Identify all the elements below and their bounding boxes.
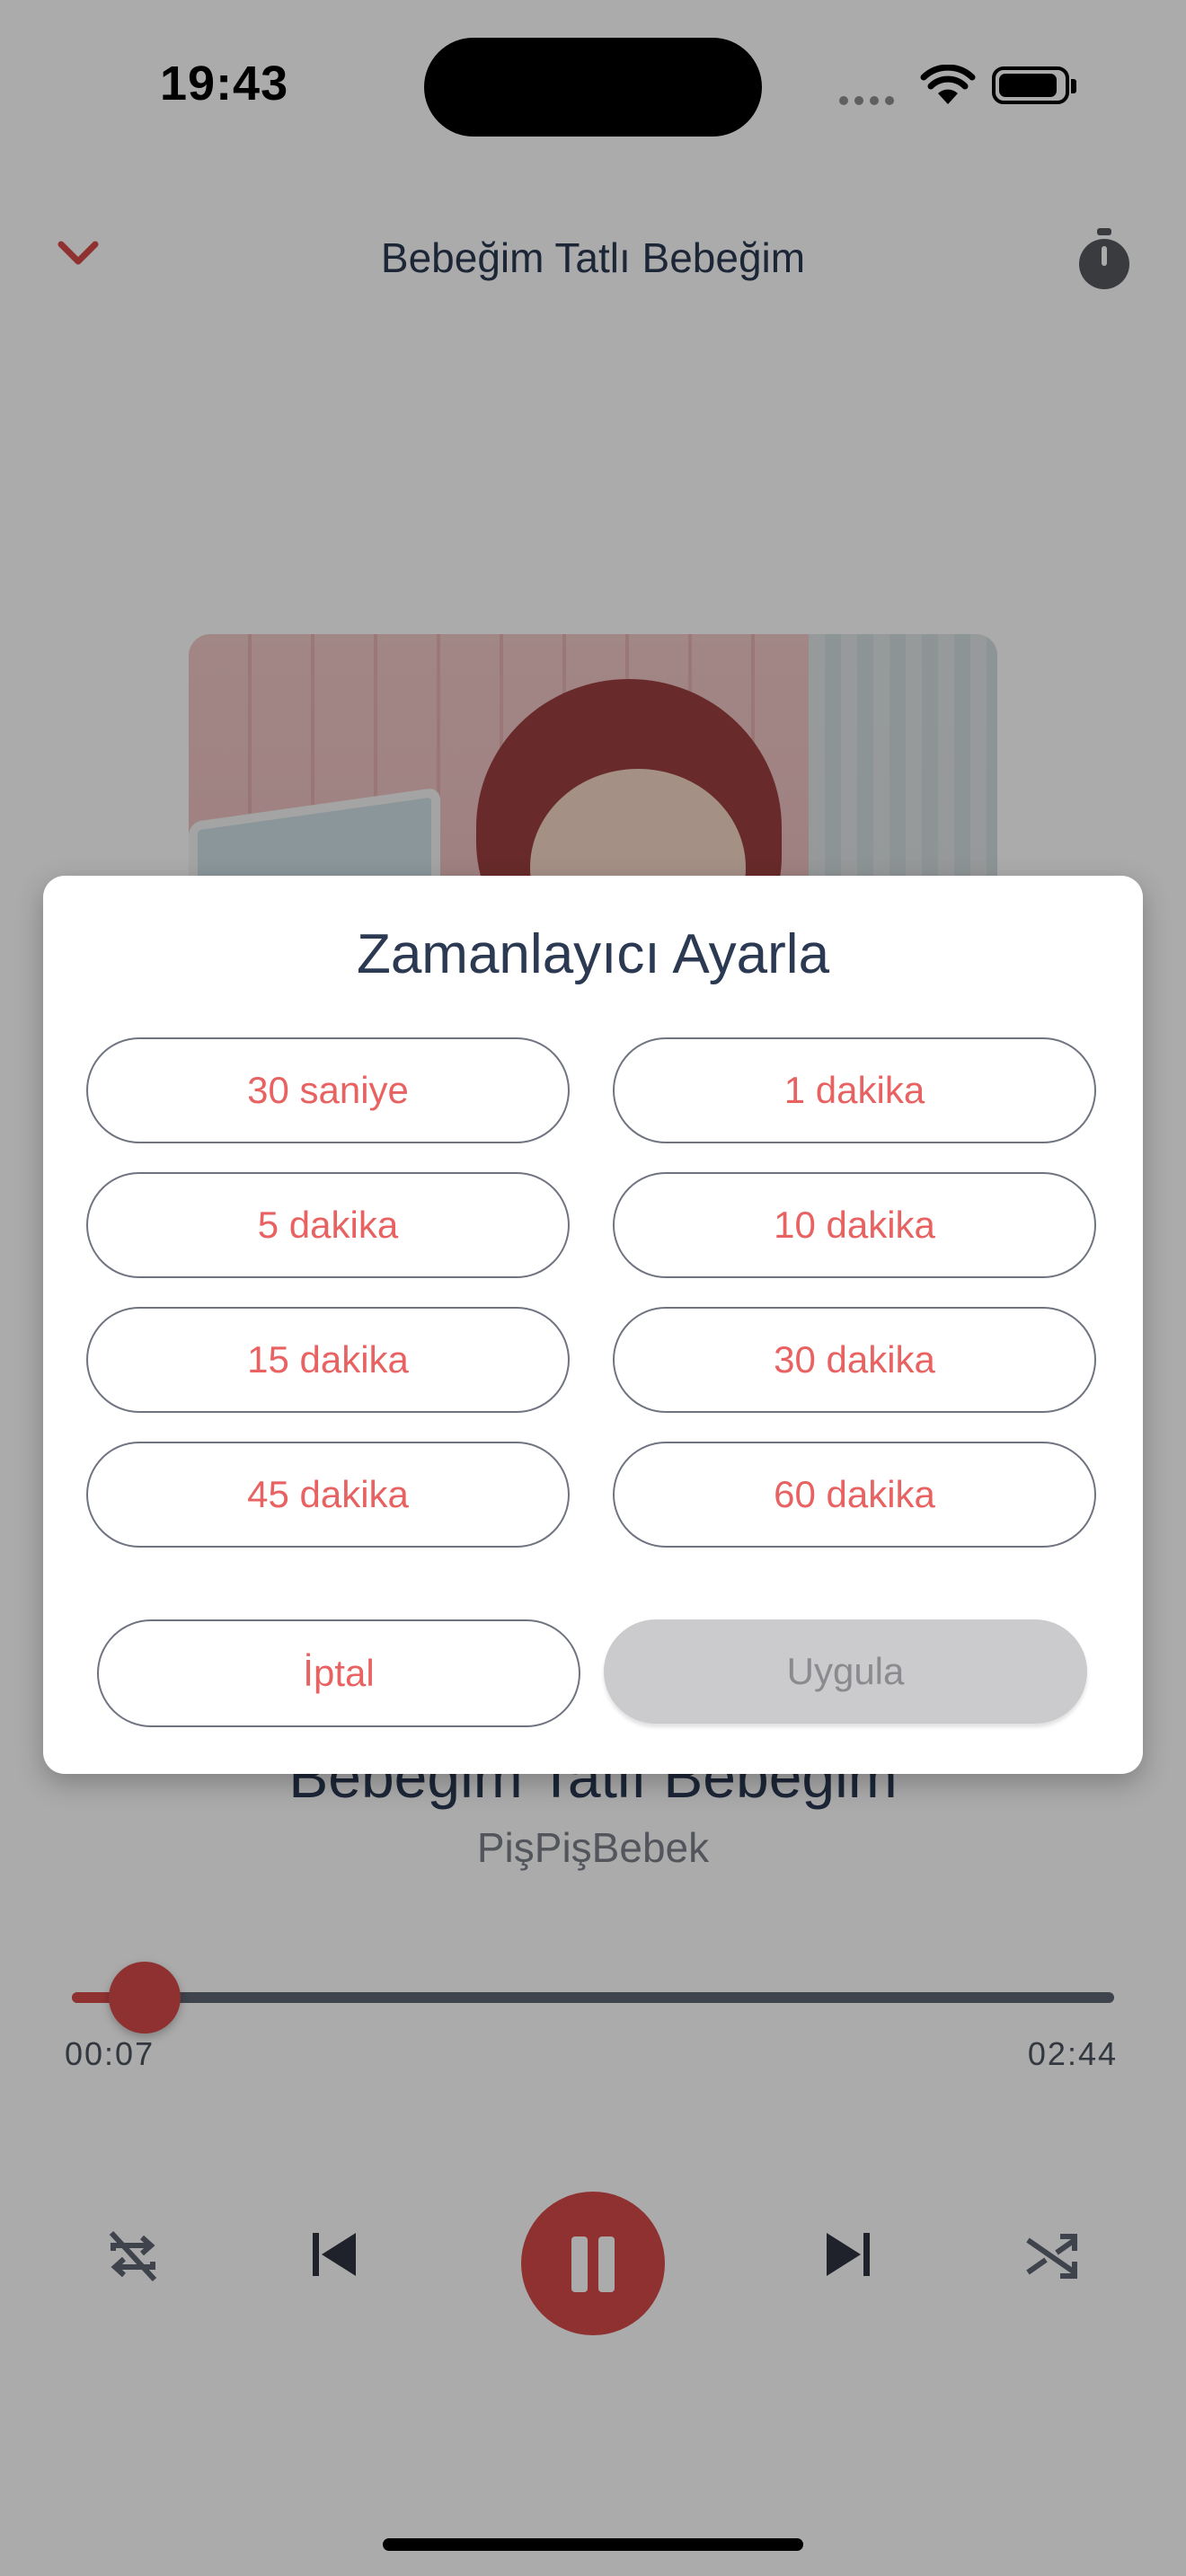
timer-dialog: Zamanlayıcı Ayarla 30 saniye 1 dakika 5 … [43, 876, 1143, 1774]
timer-option-60-minutes[interactable]: 60 dakika [613, 1442, 1096, 1548]
timer-option-1-minute[interactable]: 1 dakika [613, 1037, 1096, 1143]
timer-option-45-minutes[interactable]: 45 dakika [86, 1442, 570, 1548]
dialog-title: Zamanlayıcı Ayarla [356, 923, 830, 985]
timer-option-10-minutes[interactable]: 10 dakika [613, 1172, 1096, 1278]
cancel-button[interactable]: İptal [97, 1619, 580, 1727]
now-playing-screen: 19:43 Bebeğim Tatlı Bebeğim Bebeğim Tatl… [0, 0, 1186, 2576]
timer-option-30-seconds[interactable]: 30 saniye [86, 1037, 570, 1143]
apply-button[interactable]: Uygula [604, 1619, 1087, 1724]
timer-option-30-minutes[interactable]: 30 dakika [613, 1307, 1096, 1413]
timer-option-15-minutes[interactable]: 15 dakika [86, 1307, 570, 1413]
timer-option-5-minutes[interactable]: 5 dakika [86, 1172, 570, 1278]
